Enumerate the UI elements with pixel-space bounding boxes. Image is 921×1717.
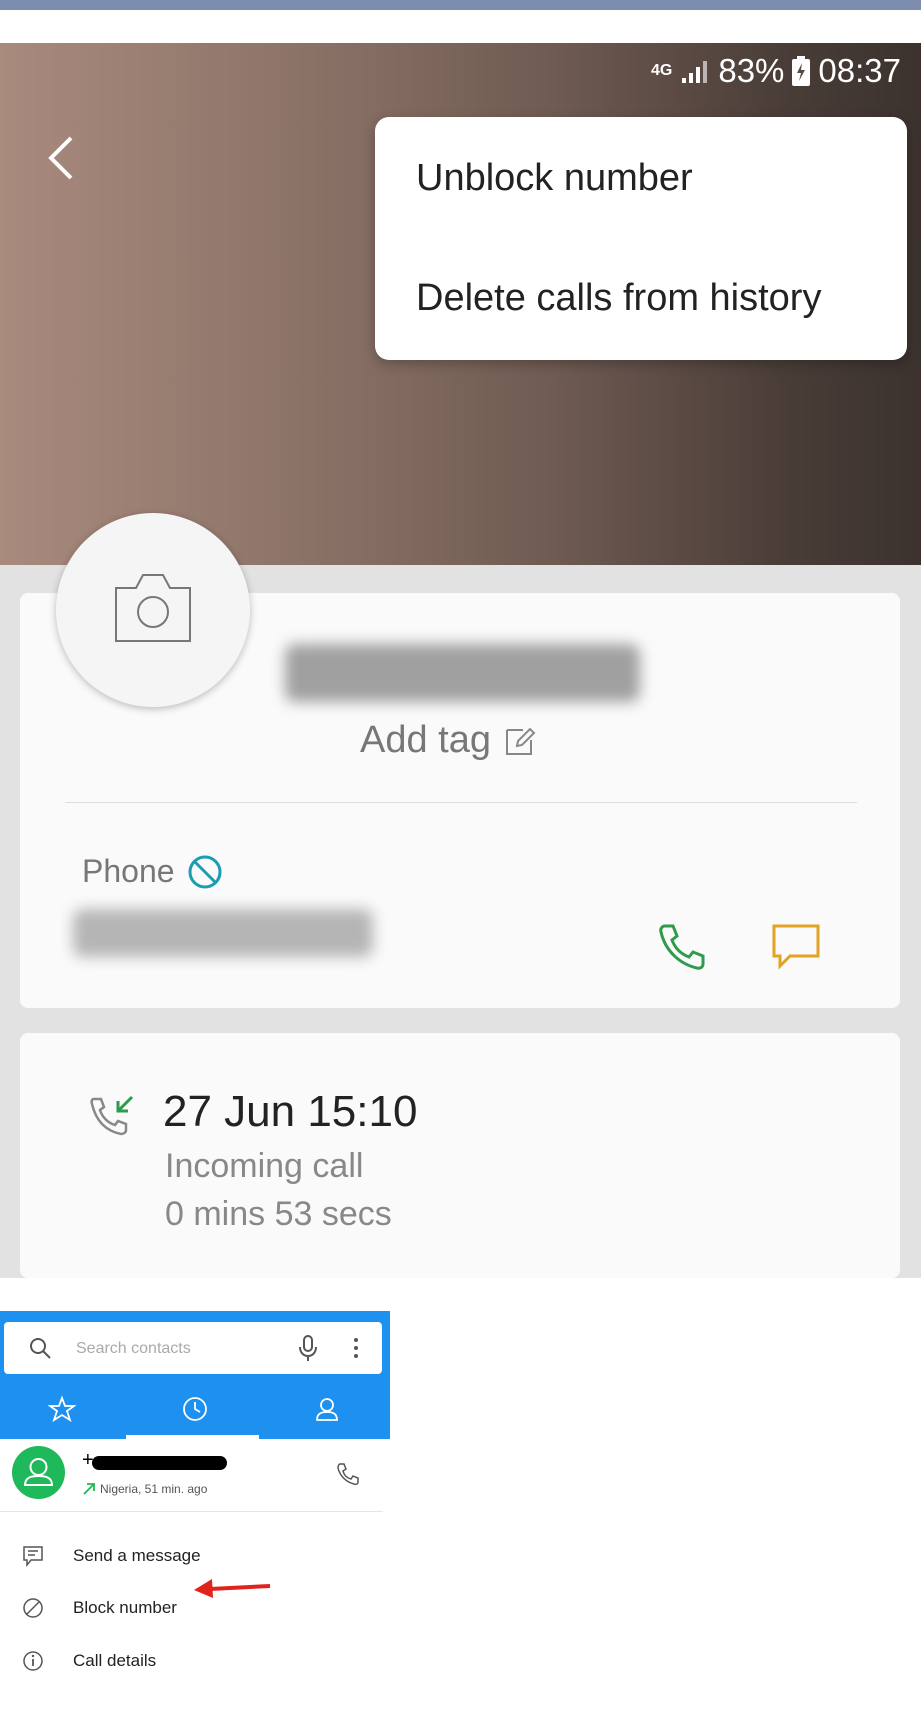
back-button[interactable] — [46, 133, 86, 193]
call-button[interactable] — [655, 920, 707, 977]
favorites-icon[interactable] — [48, 1395, 76, 1423]
send-message-label: Send a message — [73, 1546, 201, 1565]
back-arrow-icon — [48, 136, 73, 180]
camera-icon — [115, 574, 191, 642]
red-arrow-annotation — [194, 1579, 271, 1598]
unblock-number-item[interactable]: Unblock number — [416, 157, 693, 200]
person-icon — [23, 1458, 54, 1486]
search-icon[interactable] — [28, 1336, 52, 1360]
message-icon — [23, 1546, 43, 1567]
more-options-icon[interactable] — [352, 1334, 360, 1362]
battery-percent: 83% — [718, 52, 785, 89]
options-menu: Unblock number Delete calls from history — [375, 117, 907, 360]
call-duration: 0 mins 53 secs — [165, 1195, 392, 1233]
redacted-number — [92, 1456, 227, 1470]
divider — [65, 802, 857, 803]
block-number-label: Block number — [73, 1598, 177, 1617]
phone-label-row: Phone — [82, 853, 223, 890]
signal-icon — [680, 58, 710, 84]
divider — [0, 1511, 383, 1512]
incoming-call-icon — [88, 1093, 136, 1146]
photo-avatar[interactable] — [56, 513, 250, 707]
call-icon[interactable] — [336, 1462, 360, 1486]
contacts-icon[interactable] — [313, 1395, 341, 1423]
search-bar — [4, 1322, 382, 1374]
microphone-icon[interactable] — [296, 1334, 320, 1362]
outgoing-call-icon — [83, 1483, 95, 1495]
network-type: 4G — [651, 62, 673, 79]
call-date: 27 Jun 15:10 — [163, 1087, 418, 1136]
contacts-app-screen: + Nigeria, 51 min. ago Send a message Bl… — [0, 1311, 390, 1671]
phone-label: Phone — [82, 853, 175, 889]
add-tag-label: Add tag — [360, 719, 491, 761]
contact-detail-screen: 4G 83% 08:37 Unblock number Delete calls… — [0, 43, 921, 1278]
battery-charging-icon — [792, 56, 811, 86]
chat-bubble-icon — [772, 924, 820, 970]
active-tab-indicator — [126, 1435, 259, 1439]
contact-avatar — [12, 1446, 65, 1499]
redacted-contact-name — [285, 644, 640, 702]
edit-icon — [506, 727, 536, 755]
phone-icon — [659, 924, 705, 970]
top-border — [0, 0, 921, 10]
redacted-phone-number — [73, 909, 373, 957]
call-details-action[interactable]: Call details — [0, 1636, 383, 1686]
clock: 08:37 — [818, 52, 901, 89]
add-tag-button[interactable]: Add tag — [360, 719, 537, 762]
call-type: Incoming call — [165, 1147, 364, 1185]
call-log-card — [20, 1033, 900, 1278]
status-bar: 4G 83% 08:37 — [651, 49, 901, 93]
block-icon — [23, 1598, 43, 1618]
blocked-icon — [188, 855, 222, 888]
delete-calls-item[interactable]: Delete calls from history — [416, 277, 821, 320]
send-message-action[interactable]: Send a message — [0, 1531, 383, 1581]
call-meta: Nigeria, 51 min. ago — [100, 1482, 208, 1496]
message-button[interactable] — [770, 920, 822, 977]
call-details-label: Call details — [73, 1651, 157, 1670]
info-icon — [23, 1651, 43, 1671]
recent-icon[interactable] — [181, 1395, 209, 1423]
search-input[interactable] — [74, 1334, 258, 1364]
